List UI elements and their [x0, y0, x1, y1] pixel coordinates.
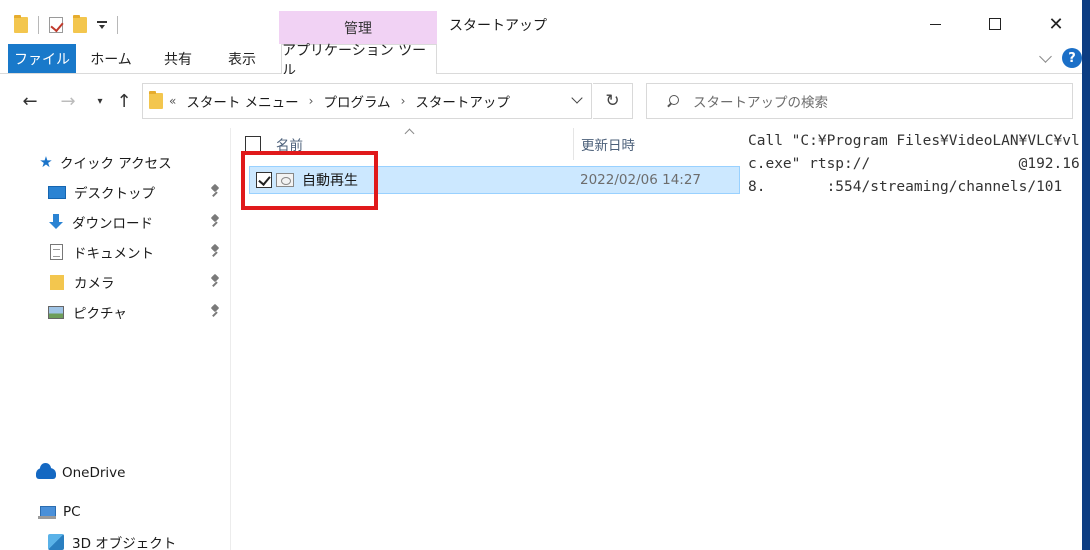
help-button[interactable]: ? — [1062, 48, 1082, 68]
preview-text: Call "C:¥Program Files¥VideoLAN¥VLC¥vlc.… — [748, 133, 1080, 195]
sidebar-item-downloads[interactable]: ダウンロード — [48, 208, 230, 236]
folder-icon — [14, 15, 28, 33]
sidebar-item-3d-objects[interactable]: 3D オブジェクト — [48, 528, 230, 550]
sidebar-item-label: クイック アクセス — [60, 156, 172, 172]
minimize-icon — [929, 23, 941, 25]
sidebar-item-desktop[interactable]: デスクトップ — [48, 178, 230, 206]
title-bar: 管理 スタートアップ ✕ — [0, 0, 1090, 45]
up-button[interactable]: ↑ — [112, 88, 136, 114]
properties-icon[interactable] — [49, 17, 63, 33]
pin-icon — [210, 305, 220, 319]
toolbar-separator — [38, 16, 39, 34]
tab-share[interactable]: 共有 — [150, 44, 206, 73]
maximize-button[interactable] — [966, 6, 1024, 42]
shortcut-file-icon — [276, 173, 294, 187]
pin-icon — [210, 245, 220, 259]
expand-ribbon-chevron-icon[interactable] — [1039, 52, 1053, 66]
quick-access-toolbar — [14, 14, 118, 36]
pin-icon — [210, 185, 220, 199]
toolbar-separator — [117, 16, 118, 34]
maximize-icon — [989, 18, 1001, 30]
close-button[interactable]: ✕ — [1027, 6, 1085, 42]
address-bar[interactable]: « スタート メニュー › プログラム › スタートアップ — [142, 83, 592, 119]
recent-locations-button[interactable]: ▾ — [88, 88, 112, 114]
refresh-button[interactable]: ↻ — [593, 83, 633, 119]
sidebar-item-quick-access[interactable]: ★ クイック アクセス — [38, 148, 230, 176]
search-icon — [667, 95, 679, 107]
tab-file[interactable]: ファイル — [8, 44, 76, 73]
sidebar-item-label: デスクトップ — [74, 186, 155, 202]
sidebar-item-camera[interactable]: カメラ — [50, 268, 230, 296]
breadcrumb: « スタート メニュー › プログラム › スタートアップ — [169, 91, 510, 111]
back-button[interactable]: ← — [18, 88, 42, 114]
sidebar-item-label: ピクチャ — [73, 306, 127, 322]
table-row[interactable]: 自動再生 2022/02/06 14:27 — [249, 166, 740, 194]
sidebar-item-label: 3D オブジェクト — [72, 536, 177, 550]
close-icon: ✕ — [1048, 13, 1064, 35]
tab-view[interactable]: 表示 — [214, 44, 270, 73]
pin-icon — [210, 275, 220, 289]
file-list: 名前 更新日時 自動再生 2022/02/06 14:27 — [231, 128, 740, 550]
tab-home[interactable]: ホーム — [82, 44, 140, 73]
folder-icon — [149, 91, 163, 109]
column-header-date-label: 更新日時 — [581, 138, 635, 154]
onedrive-icon — [36, 462, 56, 479]
window-title: スタートアップ — [449, 18, 547, 34]
pin-icon — [210, 215, 220, 229]
sidebar-item-pc[interactable]: PC — [38, 498, 230, 526]
breadcrumb-item-startup[interactable]: スタートアップ — [415, 91, 510, 111]
chevron-right-icon[interactable]: › — [309, 94, 314, 108]
select-all-checkbox[interactable] — [245, 136, 261, 152]
sidebar-item-label: ドキュメント — [73, 246, 154, 262]
preview-pane: Call "C:¥Program Files¥VideoLAN¥VLC¥vlc.… — [741, 128, 1090, 550]
pictures-icon — [48, 305, 64, 319]
file-name: 自動再生 — [302, 173, 358, 189]
document-icon — [50, 244, 63, 260]
sidebar-item-label: OneDrive — [62, 465, 126, 481]
file-date: 2022/02/06 14:27 — [580, 172, 702, 188]
sidebar-item-pictures[interactable]: ピクチャ — [48, 298, 230, 326]
desktop-icon — [48, 185, 66, 199]
sidebar-item-label: PC — [63, 504, 81, 520]
folder-icon — [50, 274, 64, 290]
tab-application-tools[interactable]: アプリケーション ツール — [281, 43, 437, 79]
breadcrumb-item-start-menu[interactable]: スタート メニュー — [186, 91, 298, 111]
column-header-date[interactable]: 更新日時 — [573, 128, 740, 160]
sidebar-item-onedrive[interactable]: OneDrive — [36, 459, 230, 487]
row-checkbox[interactable] — [256, 172, 272, 188]
sidebar-item-documents[interactable]: ドキュメント — [50, 238, 230, 266]
forward-button[interactable]: → — [56, 88, 80, 114]
breadcrumb-overflow[interactable]: « — [169, 94, 176, 108]
search-placeholder: スタートアップの検索 — [693, 95, 828, 111]
chevron-down-icon[interactable] — [571, 94, 583, 106]
ribbon: ファイル ホーム 共有 表示 アプリケーション ツール ? — [0, 43, 1090, 79]
sidebar-item-label: ダウンロード — [72, 216, 153, 232]
customize-toolbar-icon[interactable] — [97, 19, 107, 31]
new-folder-icon[interactable] — [73, 15, 87, 33]
breadcrumb-item-programs[interactable]: プログラム — [323, 91, 390, 111]
star-icon: ★ — [39, 153, 53, 171]
3d-objects-icon — [48, 534, 64, 550]
sidebar-item-label: カメラ — [74, 276, 115, 292]
navigation-bar: ← → ▾ ↑ « スタート メニュー › プログラム › スタートアップ ↻ … — [0, 74, 1090, 128]
chevron-right-icon[interactable]: › — [401, 94, 406, 108]
desktop-background-edge — [1082, 0, 1090, 550]
navigation-pane: ★ クイック アクセス デスクトップ ダウンロード ドキュメント カメラ ピクチ… — [0, 128, 230, 550]
minimize-button[interactable] — [906, 6, 964, 42]
search-input[interactable]: スタートアップの検索 — [646, 83, 1073, 119]
column-header-name[interactable]: 名前 — [245, 128, 571, 160]
column-header-name-label: 名前 — [276, 138, 303, 154]
pc-icon — [38, 505, 56, 519]
download-icon — [48, 214, 64, 230]
